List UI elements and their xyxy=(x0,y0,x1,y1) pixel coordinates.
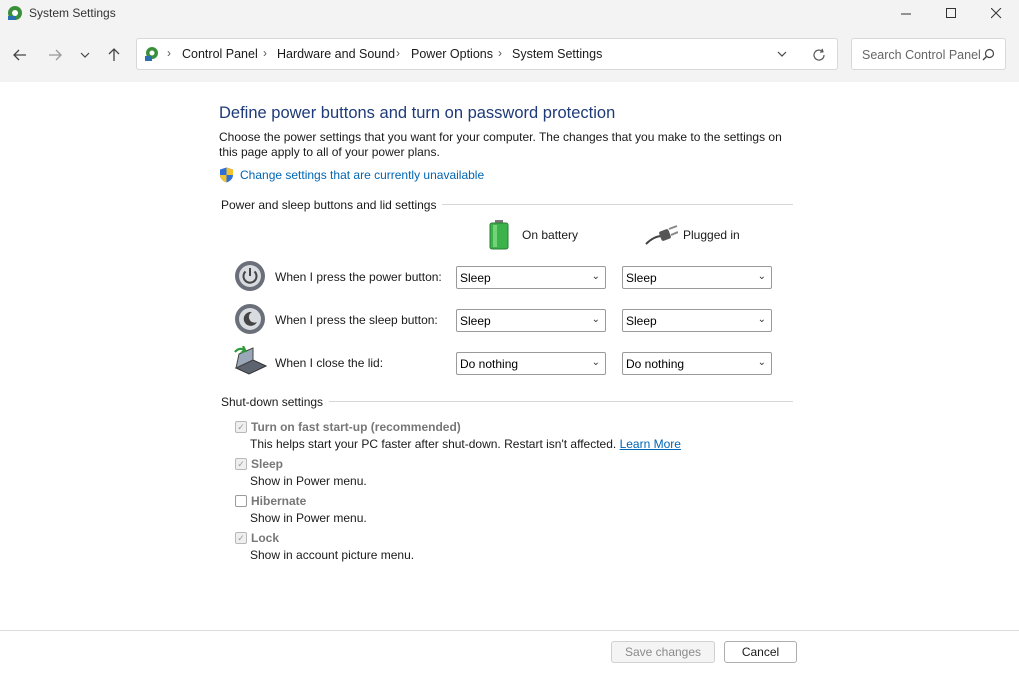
power-section-label: Power and sleep buttons and lid settings xyxy=(221,198,443,212)
back-button[interactable] xyxy=(7,44,33,66)
arrow-left-icon xyxy=(13,49,26,61)
search-icon[interactable] xyxy=(982,48,995,61)
selected-value: Sleep xyxy=(460,314,491,328)
chevron-down-icon[interactable] xyxy=(777,51,787,58)
chevron-right-icon[interactable]: › xyxy=(263,46,267,60)
cancel-button[interactable]: Cancel xyxy=(724,641,797,663)
selected-value: Sleep xyxy=(626,271,657,285)
fast-startup-description: This helps start your PC faster after sh… xyxy=(250,437,681,451)
column-on-battery: On battery xyxy=(522,228,579,242)
hibernate-option-description: Show in Power menu. xyxy=(250,511,367,525)
chevron-right-icon: › xyxy=(167,46,171,60)
page-title: Define power buttons and turn on passwor… xyxy=(219,104,616,122)
chevron-down-icon: ⌄ xyxy=(757,271,766,282)
fast-startup-label: Turn on fast start-up (recommended) xyxy=(251,420,461,434)
chevron-down-icon: ⌄ xyxy=(757,357,766,368)
close-button[interactable] xyxy=(973,0,1019,27)
sleep-option-label: Sleep xyxy=(251,457,284,471)
forward-button[interactable] xyxy=(42,44,68,66)
sleep-button-label: When I press the sleep button: xyxy=(275,313,438,327)
power-button-label: When I press the power button: xyxy=(275,270,442,284)
selected-value: Sleep xyxy=(460,271,491,285)
power-button-battery-select[interactable]: Sleep ⌄ xyxy=(456,266,606,289)
lock-option-label: Lock xyxy=(251,531,280,545)
close-lid-battery-select[interactable]: Do nothing ⌄ xyxy=(456,352,606,375)
hibernate-checkbox[interactable] xyxy=(235,495,247,507)
recent-locations-button[interactable] xyxy=(72,44,98,66)
fast-startup-desc-text: This helps start your PC faster after sh… xyxy=(250,437,617,451)
minimize-button[interactable] xyxy=(883,0,929,27)
navigation-bar: › Control Panel › Hardware and Sound › P… xyxy=(0,27,1019,82)
minimize-icon xyxy=(900,13,911,15)
chevron-down-icon: ⌄ xyxy=(757,314,766,325)
page-description: Choose the power settings that you want … xyxy=(219,130,782,159)
breadcrumb-control-panel[interactable]: Control Panel xyxy=(182,47,258,61)
search-input[interactable] xyxy=(860,45,984,65)
chevron-right-icon[interactable]: › xyxy=(396,46,400,60)
column-plugged-in: Plugged in xyxy=(683,228,740,242)
chevron-down-icon xyxy=(80,52,90,58)
up-button[interactable] xyxy=(101,44,127,66)
fast-startup-checkbox[interactable]: ✓ xyxy=(235,421,247,433)
refresh-icon[interactable] xyxy=(812,48,826,62)
save-changes-button[interactable]: Save changes xyxy=(611,641,715,663)
chevron-down-icon: ⌄ xyxy=(591,357,600,368)
change-settings-link[interactable]: Change settings that are currently unava… xyxy=(240,168,484,182)
chevron-right-icon[interactable]: › xyxy=(498,46,502,60)
learn-more-link[interactable]: Learn More xyxy=(620,437,681,451)
laptop-lid-icon xyxy=(234,346,267,375)
shutdown-section-label: Shut-down settings xyxy=(221,395,330,409)
arrow-up-icon xyxy=(108,48,120,61)
sleep-button-plugged-select[interactable]: Sleep ⌄ xyxy=(622,309,772,332)
chevron-down-icon: ⌄ xyxy=(591,271,600,282)
lock-checkbox[interactable]: ✓ xyxy=(235,532,247,544)
selected-value: Sleep xyxy=(626,314,657,328)
address-bar[interactable]: › Control Panel › Hardware and Sound › P… xyxy=(136,38,838,70)
close-lid-plugged-select[interactable]: Do nothing ⌄ xyxy=(622,352,772,375)
selected-value: Do nothing xyxy=(626,357,685,371)
power-plug-icon xyxy=(645,225,678,245)
sleep-checkbox[interactable]: ✓ xyxy=(235,458,247,470)
battery-icon xyxy=(489,220,509,250)
arrow-right-icon xyxy=(49,49,62,61)
maximize-button[interactable] xyxy=(928,0,974,27)
uac-shield-icon xyxy=(220,167,233,183)
control-panel-icon xyxy=(8,6,22,20)
power-button-icon xyxy=(235,261,265,291)
sleep-button-icon xyxy=(235,304,265,334)
breadcrumb-hardware-and-sound[interactable]: Hardware and Sound xyxy=(277,47,395,61)
window-title: System Settings xyxy=(29,6,116,20)
power-button-plugged-select[interactable]: Sleep ⌄ xyxy=(622,266,772,289)
chevron-down-icon: ⌄ xyxy=(591,314,600,325)
close-lid-label: When I close the lid: xyxy=(275,356,384,370)
control-panel-icon xyxy=(145,47,158,61)
selected-value: Do nothing xyxy=(460,357,519,371)
hibernate-option-label: Hibernate xyxy=(251,494,307,508)
breadcrumb-system-settings[interactable]: System Settings xyxy=(512,47,602,61)
search-box xyxy=(851,38,1006,70)
maximize-icon xyxy=(945,8,956,18)
lock-option-description: Show in account picture menu. xyxy=(250,548,415,562)
title-bar: System Settings xyxy=(0,0,1019,27)
sleep-button-battery-select[interactable]: Sleep ⌄ xyxy=(456,309,606,332)
close-icon xyxy=(990,8,1001,19)
footer-bar: Save changes Cancel xyxy=(0,630,1019,674)
breadcrumb-power-options[interactable]: Power Options xyxy=(411,47,493,61)
sleep-option-description: Show in Power menu. xyxy=(250,474,367,488)
